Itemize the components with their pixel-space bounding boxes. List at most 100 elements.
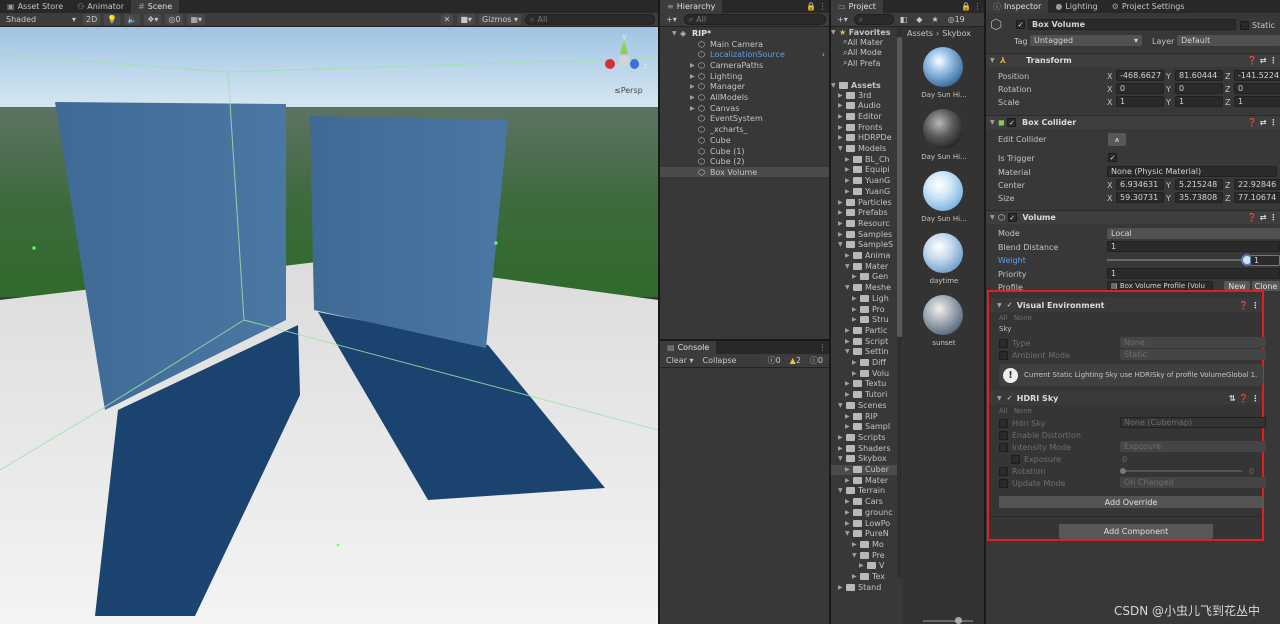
edit-collider-button[interactable]: ⩚ — [1108, 133, 1126, 146]
scale-y-field[interactable]: 1 — [1175, 96, 1223, 107]
expand-arrow-icon[interactable]: ▶ — [845, 166, 853, 173]
assets-header[interactable]: ▼ Assets — [831, 80, 881, 90]
help-icon[interactable]: ❓ — [1247, 56, 1257, 65]
expand-arrow-icon[interactable]: ▶ — [838, 584, 846, 591]
mode-dropdown[interactable]: Local — [1107, 228, 1280, 239]
rotation-y-field[interactable]: 0 — [1175, 83, 1223, 94]
center-y-field[interactable]: 5.215248 — [1175, 179, 1223, 190]
expand-arrow-icon[interactable]: ▶ — [838, 199, 846, 206]
blend-distance-field[interactable]: 1 — [1107, 241, 1280, 252]
project-search-input[interactable]: ⌕ — [853, 14, 894, 25]
box-collider-header[interactable]: ▼ ◼ ✓ Box Collider ❓ ⇄ ⋮ — [986, 115, 1280, 129]
all-toggle[interactable]: All — [999, 314, 1008, 322]
hierarchy-item[interactable]: ▶ ⬡ Lighting — [660, 71, 829, 81]
handle-dot[interactable] — [32, 246, 36, 250]
scale-x-field[interactable]: 1 — [1116, 96, 1164, 107]
help-icon[interactable]: ❓ — [1247, 118, 1257, 127]
expand-arrow-icon[interactable]: ▶ — [838, 434, 846, 441]
checkbox[interactable]: ✓ — [1016, 20, 1025, 29]
folder-item[interactable]: ▶ Mater — [831, 475, 897, 485]
help-icon[interactable]: ❓ — [1247, 213, 1257, 222]
expand-arrow-icon[interactable]: ▶ — [845, 188, 853, 195]
breadcrumb-item[interactable]: Assets — [907, 29, 933, 38]
tab-lighting[interactable]: ● Lighting — [1048, 0, 1104, 13]
expand-arrow-icon[interactable]: ▶ — [859, 562, 867, 569]
favorite-item[interactable]: ⌕ All Mater — [843, 37, 883, 47]
expand-arrow-icon[interactable]: ▶ — [852, 273, 860, 280]
override-checkbox[interactable]: ✓ — [1005, 394, 1014, 403]
folder-item[interactable]: ▶ grounc — [831, 507, 897, 517]
expand-arrow-icon[interactable]: ▼ — [852, 552, 860, 559]
expand-arrow-icon[interactable]: ▶ — [852, 295, 860, 302]
expand-arrow-icon[interactable]: ▶ — [838, 92, 846, 99]
folder-item[interactable]: ▼ Scenes — [831, 400, 897, 410]
expand-arrow-icon[interactable]: ▶ — [845, 498, 853, 505]
hierarchy-item[interactable]: ⬡ EventSystem — [660, 114, 829, 124]
type-dropdown[interactable]: None — [1120, 337, 1266, 348]
folder-item[interactable]: ▶ Resourc — [831, 218, 897, 228]
expand-arrow-icon[interactable]: ▼ — [838, 455, 846, 462]
none-toggle[interactable]: None — [1014, 314, 1032, 322]
expand-arrow-icon[interactable]: ▶ — [845, 509, 853, 516]
add-component-button[interactable]: Add Component — [1059, 524, 1213, 539]
expand-arrow-icon[interactable]: ▶ — [838, 134, 846, 141]
orientation-gizmo[interactable]: y z x ≤Persp — [600, 32, 652, 95]
expand-arrow-icon[interactable]: ▶ — [838, 102, 846, 109]
active-checkbox[interactable]: ✓ — [1016, 20, 1025, 29]
create-button[interactable]: +▾ — [834, 14, 851, 25]
expand-arrow-icon[interactable]: ▶ — [845, 252, 853, 259]
log-warning-toggle[interactable]: ▲ 2 — [786, 355, 804, 366]
override-toggle-checkbox[interactable] — [999, 442, 1008, 452]
expand-arrow-icon[interactable]: ▶ — [838, 113, 846, 120]
static-toggle[interactable]: Static — [1240, 19, 1275, 31]
rotation-x-field[interactable]: 0 — [1116, 83, 1164, 94]
shading-dropdown[interactable]: Shaded ▾ — [3, 14, 79, 25]
folder-item[interactable]: ▶ Ligh — [831, 293, 897, 303]
settings-icon[interactable]: ⇄ — [1260, 213, 1267, 222]
skybox-thumbnail[interactable] — [923, 233, 963, 273]
hierarchy-item[interactable]: ▶ ⬡ CameraPaths — [660, 60, 829, 70]
hierarchy-item[interactable]: ▶ ⬡ Manager — [660, 82, 829, 92]
object-name-field[interactable]: Box Volume — [1028, 19, 1236, 30]
material-field[interactable]: None (Physic Material) — [1107, 166, 1277, 177]
lighting-toggle-icon[interactable]: 💡 — [104, 14, 121, 25]
expand-arrow-icon[interactable]: ▶ — [690, 94, 698, 101]
log-info-toggle[interactable]: ⓘ 0 — [764, 355, 784, 366]
folder-item[interactable]: ▼ Skybox — [831, 454, 897, 464]
hierarchy-item[interactable]: ⬡ Box Volume — [660, 167, 829, 178]
folder-item[interactable]: ▶ Cuber — [831, 464, 897, 475]
rotation-slider[interactable] — [1120, 468, 1242, 474]
lock-icon[interactable]: 🔒 — [806, 2, 816, 11]
skybox-thumbnail[interactable] — [923, 47, 963, 87]
folder-item[interactable]: ▶ Samples — [831, 229, 897, 239]
expand-arrow-icon[interactable]: ▶ — [838, 445, 846, 452]
expand-arrow-icon[interactable]: ▶ — [845, 177, 853, 184]
effects-toggle-icon[interactable]: ❖▾ — [144, 14, 162, 25]
rotation-slider-handle[interactable] — [1120, 468, 1126, 474]
folder-item[interactable]: ▶ Textu — [831, 379, 897, 389]
folder-item[interactable]: ▼ SampleS — [831, 240, 897, 250]
toggle-2d-button[interactable]: 2D — [83, 14, 101, 25]
expand-arrow-icon[interactable]: ▶ — [838, 209, 846, 216]
folder-item[interactable]: ▶ Cars — [831, 497, 897, 507]
help-icon[interactable]: ❓ — [1238, 394, 1248, 403]
center-x-field[interactable]: 6.934631 — [1116, 179, 1164, 190]
folder-item[interactable]: ▶ LowPo — [831, 518, 897, 528]
camera-icon[interactable]: ■▾ — [457, 14, 475, 25]
tab-animator[interactable]: ⚇ Animator — [70, 0, 131, 13]
scene-viewport[interactable] — [0, 27, 658, 624]
center-z-field[interactable]: 22.92846 — [1234, 179, 1280, 190]
expand-arrow-icon[interactable]: ▶ — [852, 306, 860, 313]
folder-item[interactable]: ▼ PureN — [831, 529, 897, 539]
expand-arrow-icon[interactable]: ▼ — [838, 145, 846, 152]
static-checkbox[interactable] — [1240, 20, 1249, 30]
expand-arrow-icon[interactable]: ▼ — [838, 402, 846, 409]
rotation-value[interactable]: 0 — [1249, 465, 1254, 477]
size-z-field[interactable]: 77.10674 — [1234, 192, 1280, 203]
scene-root-row[interactable]: ▼ ◈ RIP* — [672, 28, 711, 38]
is-trigger-checkbox[interactable]: ✓ — [1108, 153, 1117, 162]
expand-arrow-icon[interactable]: ▶ — [845, 413, 853, 420]
tab-hierarchy[interactable]: ≡ Hierarchy — [660, 0, 723, 13]
breadcrumb-item[interactable]: Skybox — [942, 29, 971, 38]
expand-arrow-icon[interactable]: ▼ — [845, 263, 853, 270]
